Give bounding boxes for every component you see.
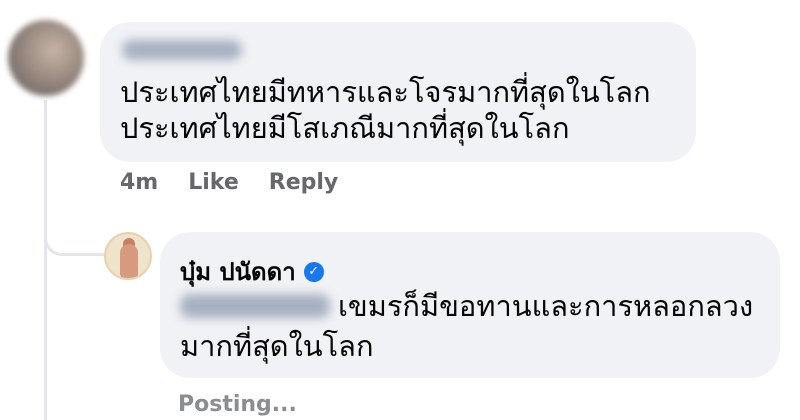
- thread-line: [44, 100, 47, 420]
- commenter-avatar-blurred[interactable]: [8, 20, 84, 96]
- posting-status: Posting...: [178, 392, 297, 417]
- comment-line: ประเทศไทยมีทหารและโจรมากที่สุดในโลก: [120, 75, 651, 109]
- reply-line: เขมรก็มีขอทานและการหลอกลวง: [338, 289, 754, 323]
- like-button[interactable]: Like: [188, 170, 239, 195]
- reply-line: มากที่สุดในโลก: [180, 329, 374, 363]
- verified-badge-icon: ✓: [303, 261, 324, 282]
- commenter-name-redacted[interactable]: [122, 40, 242, 60]
- mentioned-user-tag-redacted[interactable]: [180, 294, 330, 318]
- comment-timestamp: 4m: [120, 170, 159, 195]
- comment-bubble: ประเทศไทยมีทหารและโจรมากที่สุดในโลก ประเ…: [100, 22, 696, 162]
- reply-author-row: บุ๋ม ปนัดดา ✓: [180, 252, 324, 291]
- comment-text: ประเทศไทยมีทหารและโจรมากที่สุดในโลก ประเ…: [120, 74, 651, 146]
- reply-button[interactable]: Reply: [269, 170, 339, 195]
- reply-thread-connector: [44, 196, 106, 256]
- reply-author-name[interactable]: บุ๋ม ปนัดดา: [180, 252, 296, 291]
- reply-author-avatar[interactable]: [104, 232, 152, 280]
- avatar-figure-shape: [120, 244, 138, 278]
- reply-bubble: บุ๋ม ปนัดดา ✓ เขมรก็มีขอทานและการหลอกลวง…: [160, 232, 780, 378]
- comment-line: ประเทศไทยมีโสเภณีมากที่สุดในโลก: [120, 111, 570, 145]
- comment-actions: 4m Like Reply: [120, 170, 338, 195]
